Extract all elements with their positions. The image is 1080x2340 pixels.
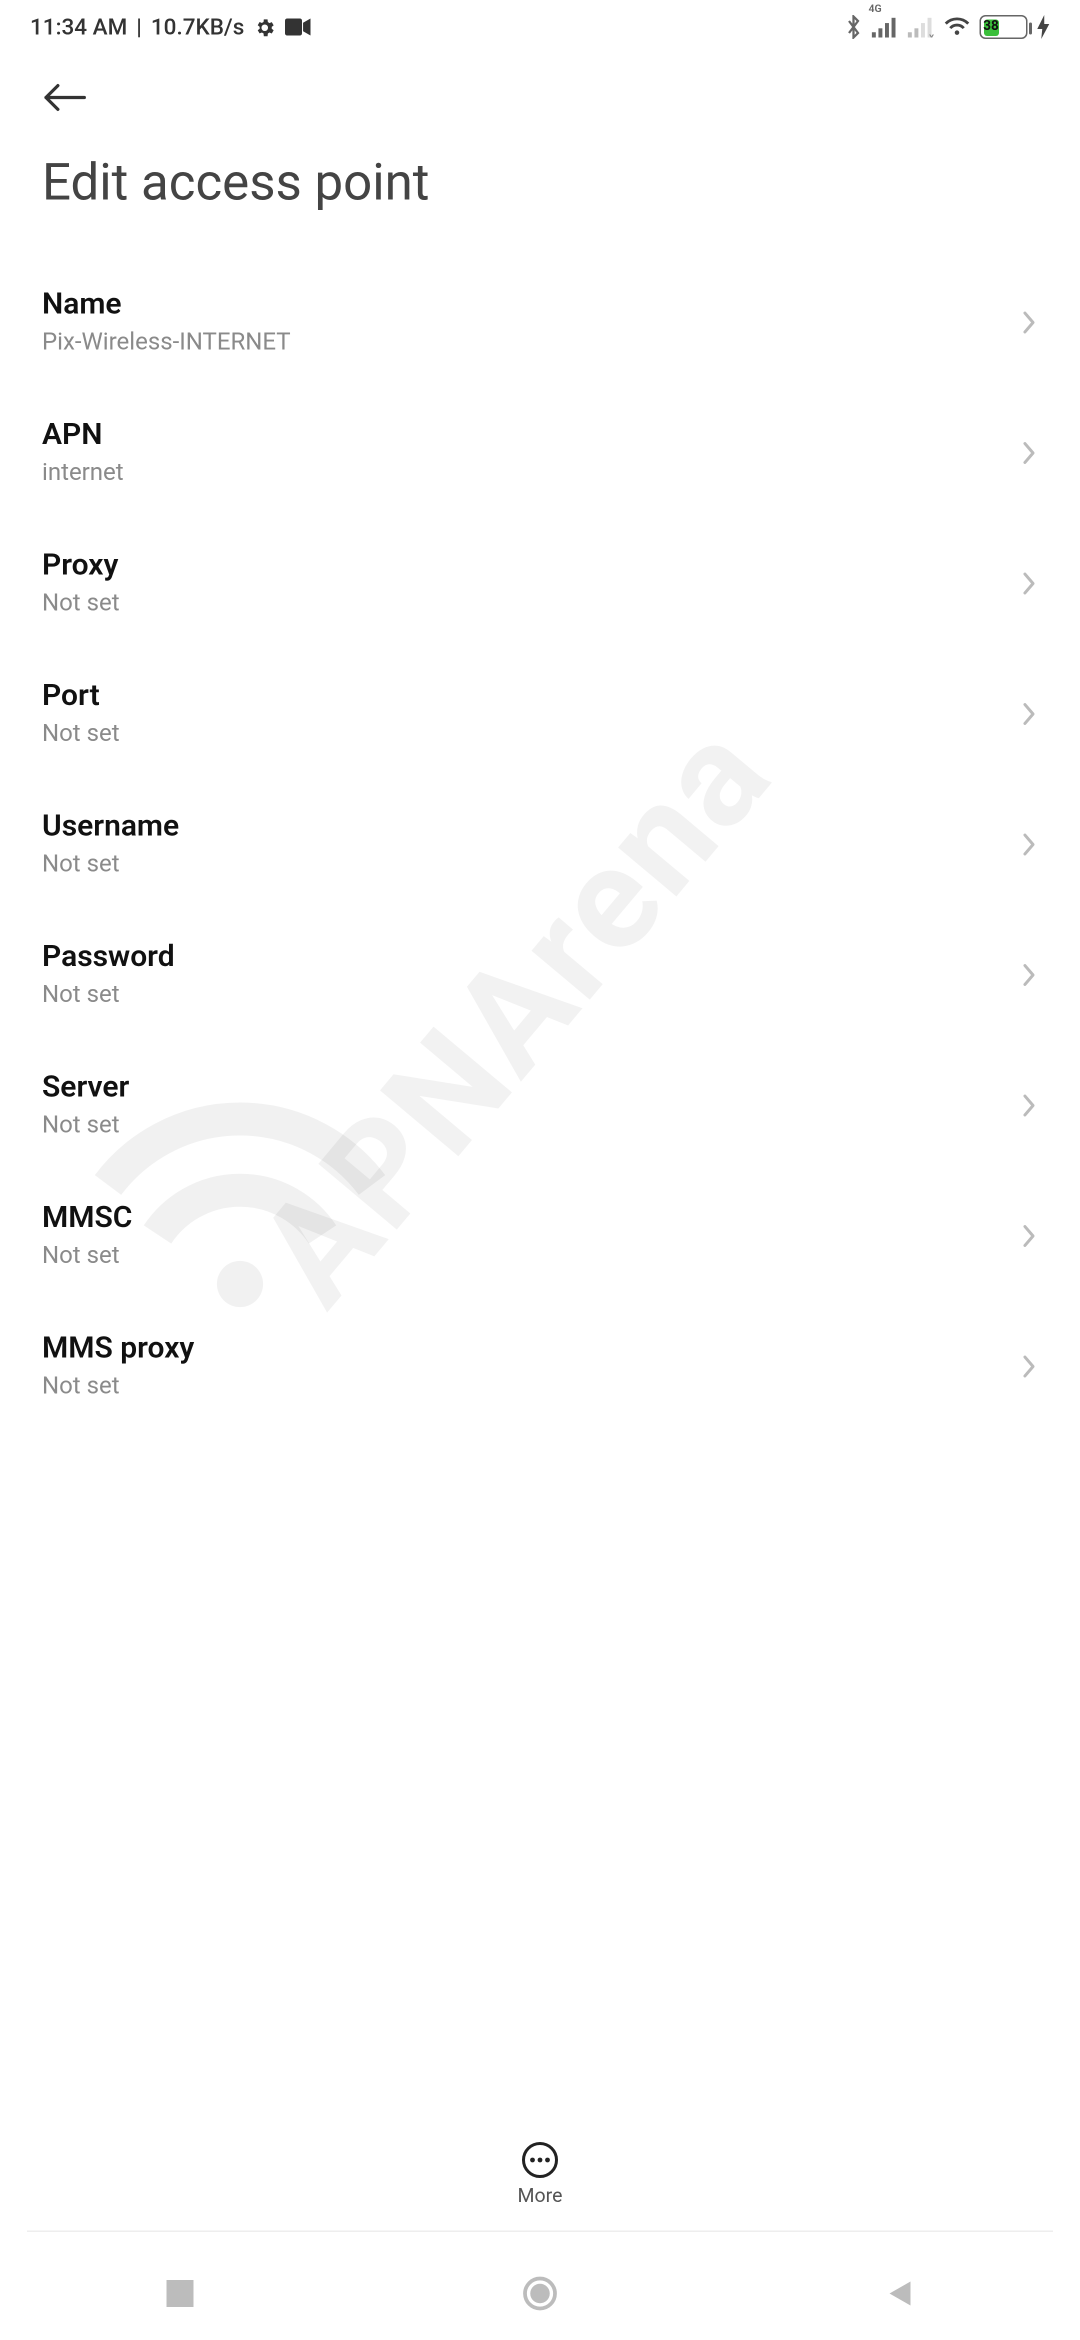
svg-text:x: x bbox=[929, 30, 935, 37]
row-value: internet bbox=[42, 458, 1005, 487]
chevron-right-icon bbox=[1020, 961, 1038, 994]
nav-home-button[interactable] bbox=[518, 2271, 563, 2316]
chevron-right-icon bbox=[1020, 1222, 1038, 1255]
status-divider: | bbox=[136, 14, 142, 41]
chevron-right-icon bbox=[1020, 569, 1038, 602]
battery-icon: 38 bbox=[980, 15, 1028, 39]
more-button[interactable]: More bbox=[0, 2126, 1080, 2230]
row-port[interactable]: Port Not set bbox=[0, 647, 1080, 778]
signal-secondary-icon: x bbox=[908, 17, 935, 38]
row-name[interactable]: Name Pix-Wireless-INTERNET bbox=[0, 255, 1080, 386]
row-value: Not set bbox=[42, 1371, 1005, 1400]
row-username[interactable]: Username Not set bbox=[0, 777, 1080, 908]
row-mmsc[interactable]: MMSC Not set bbox=[0, 1169, 1080, 1300]
status-bar: 11:34 AM | 10.7KB/s 4G x bbox=[0, 0, 1080, 54]
row-label: Name bbox=[42, 285, 1005, 321]
divider bbox=[27, 2231, 1053, 2233]
nav-back-button[interactable] bbox=[878, 2271, 923, 2316]
row-label: Password bbox=[42, 938, 1005, 974]
row-value: Not set bbox=[42, 1241, 1005, 1270]
system-nav-bar bbox=[0, 2247, 1080, 2340]
video-icon bbox=[285, 18, 311, 36]
chevron-right-icon bbox=[1020, 700, 1038, 733]
row-value: Not set bbox=[42, 588, 1005, 617]
page-title: Edit access point bbox=[0, 126, 1080, 255]
row-label: Username bbox=[42, 807, 1005, 843]
row-server[interactable]: Server Not set bbox=[0, 1038, 1080, 1169]
row-label: Proxy bbox=[42, 546, 1005, 582]
row-label: Server bbox=[42, 1068, 1005, 1104]
chevron-right-icon bbox=[1020, 1352, 1038, 1385]
row-label: MMS proxy bbox=[42, 1329, 1005, 1365]
row-value: Pix-Wireless-INTERNET bbox=[42, 327, 1005, 356]
row-label: Port bbox=[42, 677, 1005, 713]
bluetooth-icon bbox=[845, 15, 863, 39]
row-value: Not set bbox=[42, 1110, 1005, 1139]
row-mms-proxy[interactable]: MMS proxy Not set bbox=[0, 1299, 1080, 1430]
row-password[interactable]: Password Not set bbox=[0, 908, 1080, 1039]
chevron-right-icon bbox=[1020, 830, 1038, 863]
row-apn[interactable]: APN internet bbox=[0, 386, 1080, 517]
screen-header bbox=[0, 54, 1080, 126]
chevron-right-icon bbox=[1020, 439, 1038, 472]
nav-recent-button[interactable] bbox=[158, 2271, 203, 2316]
more-icon bbox=[521, 2141, 560, 2180]
row-label: MMSC bbox=[42, 1199, 1005, 1235]
settings-list: Name Pix-Wireless-INTERNET APN internet … bbox=[0, 255, 1080, 1430]
gear-icon bbox=[253, 16, 276, 39]
charging-icon bbox=[1037, 15, 1051, 39]
row-proxy[interactable]: Proxy Not set bbox=[0, 516, 1080, 647]
status-speed: 10.7KB/s bbox=[151, 14, 244, 41]
row-label: APN bbox=[42, 416, 1005, 452]
chevron-right-icon bbox=[1020, 1091, 1038, 1124]
row-value: Not set bbox=[42, 849, 1005, 878]
wifi-icon bbox=[944, 17, 971, 38]
row-value: Not set bbox=[42, 980, 1005, 1009]
back-button[interactable] bbox=[42, 81, 84, 114]
row-value: Not set bbox=[42, 719, 1005, 748]
chevron-right-icon bbox=[1020, 308, 1038, 341]
more-label: More bbox=[518, 2186, 563, 2209]
signal-4g-icon: 4G bbox=[872, 17, 899, 38]
status-time: 11:34 AM bbox=[30, 14, 127, 41]
